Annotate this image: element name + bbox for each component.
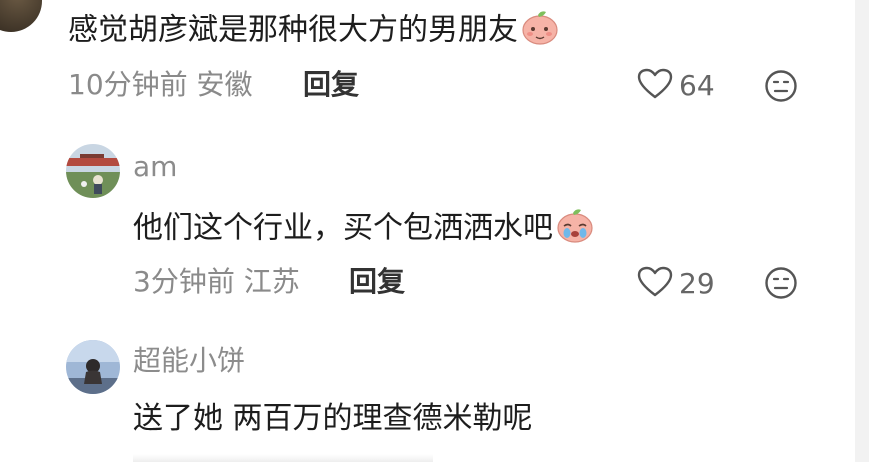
comment-3-username[interactable]: 超能小饼 (133, 345, 245, 377)
crying-peach-emoji (555, 206, 595, 252)
comment-2-username[interactable]: am (133, 151, 177, 183)
comment-2-text-content: 他们这个行业，买个包洒洒水吧 (133, 210, 553, 246)
heart-outline-icon (637, 68, 673, 104)
comment-1-text-content: 感觉胡彦斌是那种很大方的男朋友 (68, 12, 518, 48)
heart-outline-icon (637, 266, 673, 302)
comment-1-meta: 10分钟前 安徽 (68, 68, 253, 101)
comment-2-like-button[interactable]: 29 (637, 266, 715, 302)
comment-2-reply-button[interactable]: 回复 (349, 266, 405, 298)
shy-peach-emoji (520, 8, 560, 54)
meh-face-icon (764, 267, 798, 304)
comment-2-text: 他们这个行业，买个包洒洒水吧 (133, 206, 595, 252)
comment-2-meta: 3分钟前 江苏 (133, 265, 300, 298)
avatar-chaoneng[interactable] (66, 340, 120, 394)
comment-1-like-count: 64 (679, 69, 715, 102)
scrollbar-track (855, 0, 869, 462)
comment-2-like-count: 29 (679, 267, 715, 300)
avatar-am[interactable] (66, 144, 120, 198)
comment-3-text: 送了她 两百万的理查德米勒呢 (133, 401, 533, 436)
avatar-partial[interactable] (0, 0, 42, 32)
comment-1-text: 感觉胡彦斌是那种很大方的男朋友 (68, 8, 560, 54)
meh-face-icon (764, 70, 798, 107)
comment-1-like-button[interactable]: 64 (637, 68, 715, 104)
comment-1-reply-button[interactable]: 回复 (303, 69, 359, 101)
comment-1-dislike-button[interactable] (764, 69, 798, 107)
comment-3-meta-partial (133, 454, 433, 462)
comment-2-dislike-button[interactable] (764, 266, 798, 304)
